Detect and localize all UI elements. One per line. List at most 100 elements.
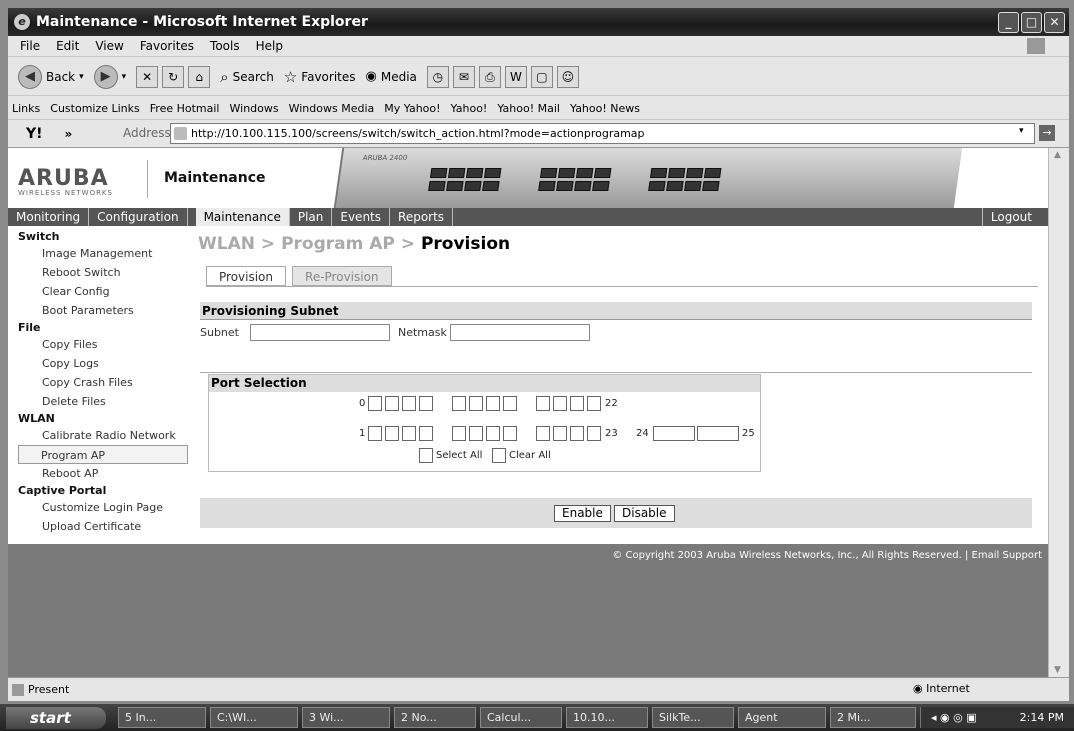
port-checkbox[interactable] <box>536 396 550 411</box>
port-checkbox[interactable] <box>385 396 399 411</box>
address-input[interactable]: http://10.100.115.100/screens/switch/swi… <box>170 123 1035 144</box>
port-checkbox[interactable] <box>536 426 550 441</box>
port-checkbox[interactable] <box>553 396 567 411</box>
port-checkbox[interactable] <box>587 426 601 441</box>
port-checkbox[interactable] <box>452 426 466 441</box>
taskbar-item[interactable]: 3 Wi... <box>302 707 390 728</box>
scroll-up-icon[interactable]: ▲ <box>1054 150 1061 160</box>
stop-icon[interactable]: ✕ <box>136 65 159 88</box>
link-windows-media[interactable]: Windows Media <box>289 102 375 115</box>
port-checkbox[interactable] <box>402 426 416 441</box>
enable-button[interactable]: Enable <box>554 505 611 522</box>
link-customize-links[interactable]: Customize Links <box>50 102 140 115</box>
scroll-down-icon[interactable]: ▼ <box>1054 665 1061 675</box>
netmask-input[interactable] <box>450 324 590 341</box>
port-checkbox[interactable] <box>553 426 567 441</box>
tab-maintenance[interactable]: Maintenance <box>195 208 290 226</box>
messenger-icon[interactable]: ☺ <box>556 65 579 88</box>
taskbar-item[interactable]: SilkTe... <box>652 707 734 728</box>
taskbar-item[interactable]: 5 In... <box>118 707 206 728</box>
tray-icons[interactable]: ◂ ◉ ◎ ▣ <box>931 707 977 728</box>
favorites-button[interactable]: ☆ Favorites <box>284 68 356 86</box>
maximize-button[interactable]: □ <box>1021 12 1042 33</box>
media-button[interactable]: ◉ Media <box>366 69 417 84</box>
tab-monitoring[interactable]: Monitoring <box>8 208 90 226</box>
link-free-hotmail[interactable]: Free Hotmail <box>150 102 220 115</box>
sidebar-item-reboot-switch[interactable]: Reboot Switch <box>8 263 188 282</box>
refresh-icon[interactable]: ↻ <box>162 65 185 88</box>
port-checkbox[interactable] <box>402 396 416 411</box>
tab-re-provision[interactable]: Re-Provision <box>292 266 392 286</box>
address-dropdown-icon[interactable]: ▾ <box>1019 126 1024 136</box>
home-icon[interactable]: ⌂ <box>188 65 211 88</box>
discuss-icon[interactable]: ▢ <box>530 65 553 88</box>
port-checkbox[interactable] <box>486 426 500 441</box>
sidebar-item-clear-config[interactable]: Clear Config <box>8 282 188 301</box>
select-all-checkbox[interactable] <box>419 448 433 463</box>
menu-edit[interactable]: Edit <box>56 39 79 53</box>
sidebar-item-upload-certificate[interactable]: Upload Certificate <box>8 517 188 536</box>
chevron-right-icon[interactable]: » <box>65 127 73 141</box>
port-checkbox[interactable] <box>570 426 584 441</box>
print-icon[interactable]: ⎙ <box>478 65 501 88</box>
sidebar-item-copy-crash-files[interactable]: Copy Crash Files <box>8 373 188 392</box>
sidebar-item-program-ap[interactable]: Program AP <box>18 445 188 464</box>
port-checkbox[interactable] <box>469 426 483 441</box>
port-checkbox[interactable] <box>368 396 382 411</box>
link-my-yahoo[interactable]: My Yahoo! <box>384 102 440 115</box>
close-button[interactable]: ✕ <box>1044 12 1065 33</box>
mail-icon[interactable]: ✉ <box>452 65 475 88</box>
taskbar-item[interactable]: 10.10... <box>566 707 648 728</box>
minimize-button[interactable]: _ <box>998 12 1019 33</box>
go-arrow-icon[interactable]: → <box>1039 125 1055 141</box>
start-button[interactable]: start <box>6 707 106 729</box>
port-checkbox[interactable] <box>570 396 584 411</box>
port-checkbox[interactable] <box>419 426 433 441</box>
sidebar-item-image-management[interactable]: Image Management <box>8 244 188 263</box>
taskbar-item[interactable]: 2 Mi... <box>830 707 916 728</box>
sidebar-item-copy-logs[interactable]: Copy Logs <box>8 354 188 373</box>
forward-button[interactable]: ▶ ▾ <box>93 64 126 89</box>
tab-configuration[interactable]: Configuration <box>89 208 188 226</box>
breadcrumb-wlan[interactable]: WLAN <box>198 234 255 254</box>
link-yahoo[interactable]: Yahoo! <box>451 102 488 115</box>
taskbar-item[interactable]: 2 No... <box>394 707 476 728</box>
window-titlebar[interactable]: e Maintenance - Microsoft Internet Explo… <box>8 8 1069 36</box>
port-checkbox[interactable] <box>486 396 500 411</box>
port-checkbox[interactable] <box>419 396 433 411</box>
taskbar-item[interactable]: Agent <box>738 707 826 728</box>
sidebar-item-customize-login-page[interactable]: Customize Login Page <box>8 498 188 517</box>
sidebar-item-reboot-ap[interactable]: Reboot AP <box>8 464 188 483</box>
menu-help[interactable]: Help <box>256 39 283 53</box>
search-button[interactable]: ⌕ Search <box>220 68 274 86</box>
clear-all-checkbox[interactable] <box>492 448 506 463</box>
edit-icon[interactable]: W <box>504 65 527 88</box>
link-yahoo-mail[interactable]: Yahoo! Mail <box>497 102 560 115</box>
port-checkbox[interactable] <box>503 426 517 441</box>
tab-events[interactable]: Events <box>332 208 391 226</box>
menu-favorites[interactable]: Favorites <box>140 39 194 53</box>
port-checkbox[interactable] <box>469 396 483 411</box>
port-checkbox[interactable] <box>587 396 601 411</box>
taskbar-item[interactable]: C:\WI... <box>210 707 298 728</box>
taskbar-item[interactable]: Calcul... <box>480 707 562 728</box>
sidebar-item-calibrate-radio-network[interactable]: Calibrate Radio Network <box>8 426 188 445</box>
sidebar-item-boot-parameters[interactable]: Boot Parameters <box>8 301 188 320</box>
tab-plan[interactable]: Plan <box>290 208 333 226</box>
port-checkbox[interactable] <box>452 396 466 411</box>
breadcrumb-program-ap[interactable]: Program AP <box>281 234 395 254</box>
link-yahoo-news[interactable]: Yahoo! News <box>570 102 640 115</box>
sidebar-item-delete-files[interactable]: Delete Files <box>8 392 188 411</box>
copyright-text[interactable]: © Copyright 2003 Aruba Wireless Networks… <box>612 550 1042 561</box>
tab-reports[interactable]: Reports <box>390 208 454 226</box>
disable-button[interactable]: Disable <box>614 505 675 522</box>
port-checkbox[interactable] <box>368 426 382 441</box>
yahoo-toolbar-icon[interactable]: Y! <box>26 126 43 142</box>
menu-file[interactable]: File <box>20 39 40 53</box>
port-checkbox-wide[interactable] <box>697 426 739 441</box>
port-checkbox-wide[interactable] <box>653 426 695 441</box>
port-checkbox[interactable] <box>503 396 517 411</box>
port-checkbox[interactable] <box>385 426 399 441</box>
subnet-input[interactable] <box>250 324 390 341</box>
history-icon[interactable]: ◷ <box>426 65 449 88</box>
